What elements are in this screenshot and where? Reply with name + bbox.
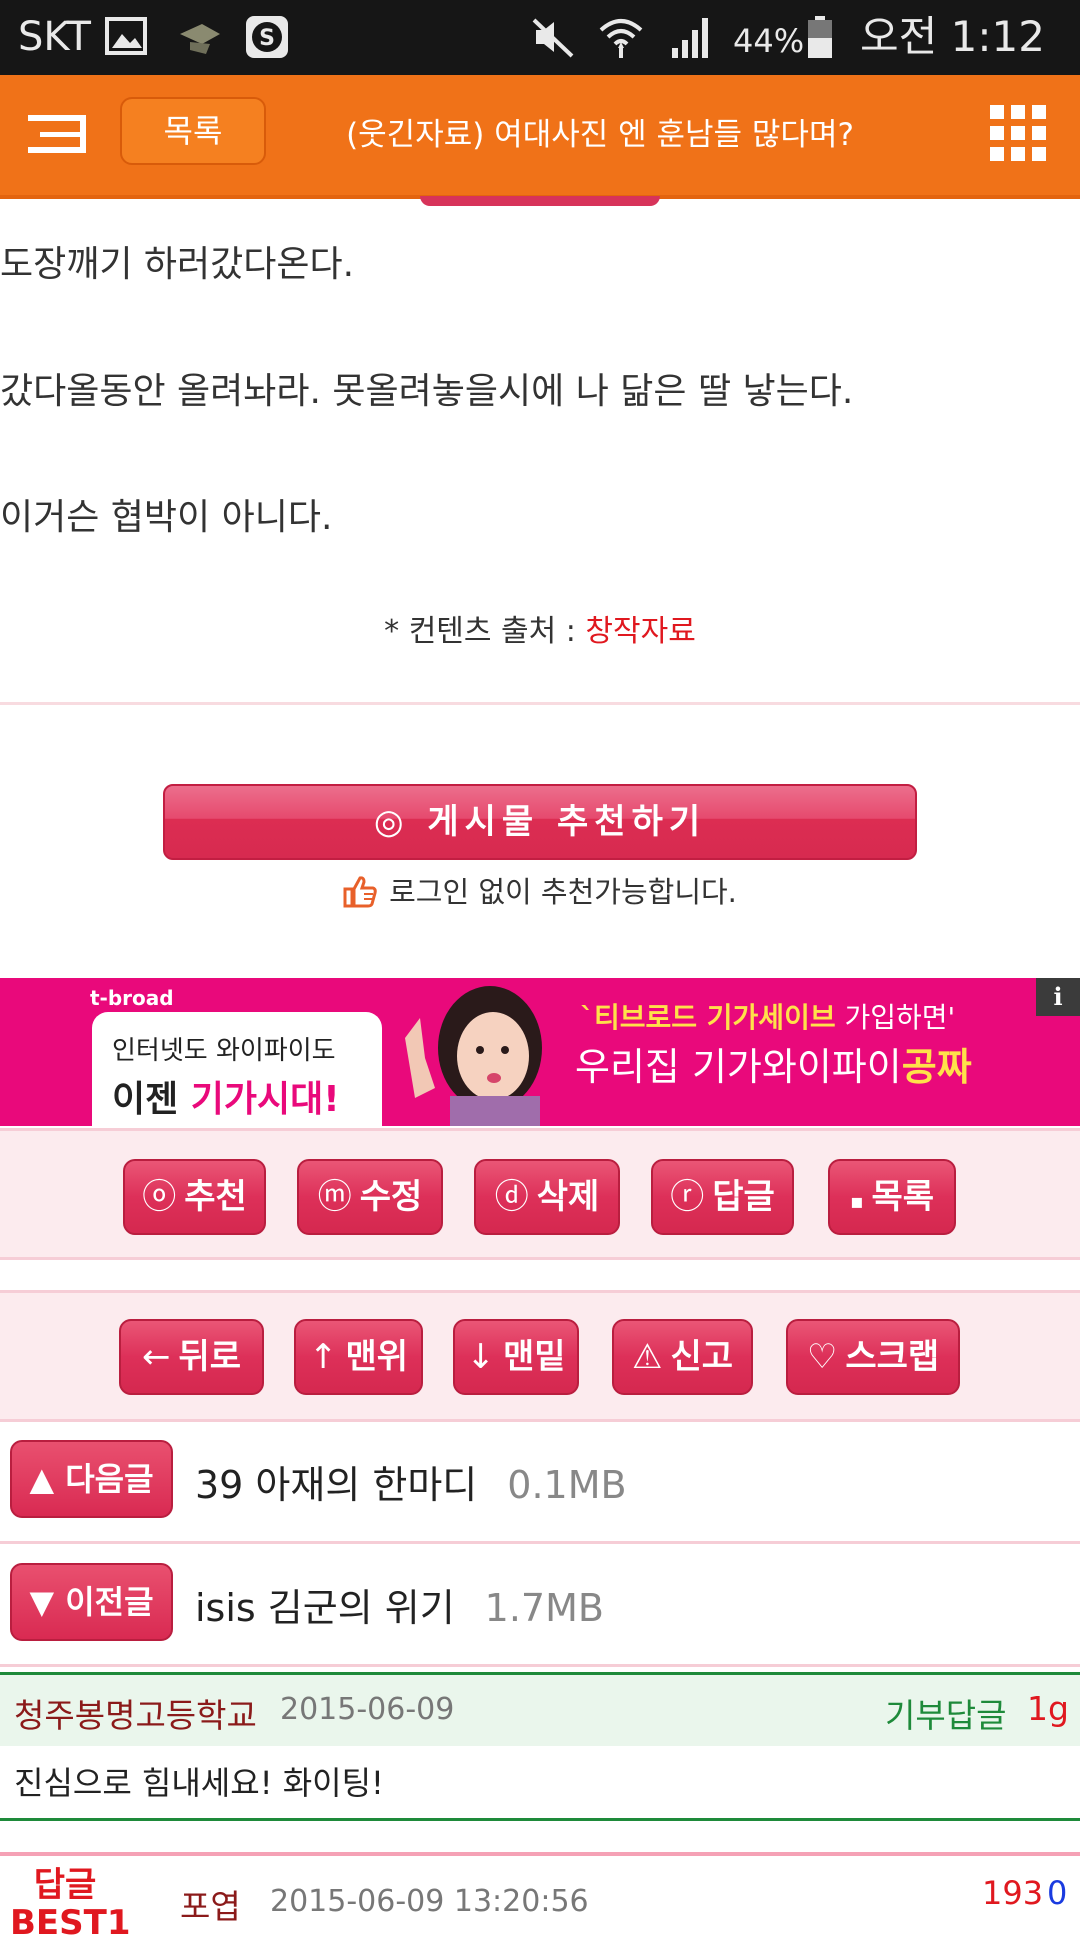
comment-author[interactable]: 청주봉명고등학교 bbox=[14, 1689, 257, 1737]
carrier-label: SKT bbox=[18, 14, 91, 60]
ad-headline2-b: 공짜 bbox=[901, 1045, 972, 1089]
reply-label: 답글 bbox=[712, 1177, 775, 1217]
ad-info-icon[interactable]: i bbox=[1036, 978, 1080, 1016]
scrolled-button-edge bbox=[420, 196, 660, 206]
best-reply-author[interactable]: 포엽 bbox=[180, 1880, 241, 1928]
page-title: (웃긴자료) 여대사진 엔 훈남들 많다며? bbox=[346, 117, 854, 153]
scrap-button[interactable]: ♡ 스크랩 bbox=[786, 1319, 960, 1395]
battery-percent: 44% bbox=[733, 22, 805, 60]
ad-model-image bbox=[395, 978, 580, 1126]
report-button[interactable]: ⚠ 신고 bbox=[612, 1319, 753, 1395]
recommend-label: 추천 bbox=[184, 1177, 247, 1217]
prev-post-button[interactable]: ▼ 이전글 bbox=[10, 1563, 173, 1641]
ad-headline1-b: 가입하면' bbox=[835, 1001, 956, 1034]
list-view-button[interactable]: ▪ 목록 bbox=[828, 1159, 956, 1235]
recommend-icon: ⓞ bbox=[142, 1177, 177, 1217]
best-reply-date: 2015-06-09 13:20:56 bbox=[270, 1884, 589, 1919]
ad-headline2: 우리집 기가와이파이공짜 bbox=[575, 1036, 972, 1091]
prev-post-title-text: isis 김군의 위기 bbox=[195, 1586, 455, 1630]
navigation-actions-row: ← 뒤로 ↑ 맨위 ↓ 맨밑 ⚠ 신고 ♡ 스크랩 bbox=[0, 1290, 1080, 1422]
grid-menu-icon[interactable] bbox=[990, 105, 1046, 161]
graduation-cap-icon bbox=[180, 24, 220, 54]
source-prefix: * 컨텐츠 출처 : bbox=[384, 614, 586, 649]
thumbs-up-icon bbox=[343, 876, 377, 908]
next-post-title-text: 39 아재의 한마디 bbox=[195, 1463, 478, 1507]
edit-label: 수정 bbox=[359, 1177, 423, 1217]
scroll-top-button[interactable]: ↑ 맨위 bbox=[294, 1319, 423, 1395]
up-arrow-icon: ↑ bbox=[308, 1337, 338, 1377]
top-app-bar: 목록 (웃긴자료) 여대사진 엔 훈남들 많다며? bbox=[0, 75, 1080, 199]
clock: 오전 1:12 bbox=[860, 12, 1045, 61]
prev-post-title[interactable]: isis 김군의 위기 1.7MB bbox=[195, 1577, 604, 1632]
delete-icon: ⓓ bbox=[494, 1177, 529, 1217]
comment-divider bbox=[0, 1818, 1080, 1821]
best-reply-badge: 답글 BEST1 bbox=[10, 1865, 131, 1943]
scroll-top-label: 맨위 bbox=[345, 1337, 409, 1377]
edit-icon: ⓜ bbox=[317, 1177, 352, 1217]
ad-line2-a: 이젠 bbox=[112, 1079, 191, 1120]
ad-line2-b: 기가시대! bbox=[190, 1079, 340, 1120]
ad-brand: t-broad bbox=[90, 986, 174, 1010]
ad-line1: 인터넷도 와이파이도 bbox=[112, 1036, 336, 1066]
s-app-icon: S bbox=[246, 16, 288, 58]
prev-post-size: 1.7MB bbox=[484, 1586, 604, 1630]
delete-label: 삭제 bbox=[536, 1177, 600, 1217]
report-label: 신고 bbox=[670, 1337, 734, 1377]
scroll-bottom-label: 맨밑 bbox=[502, 1337, 566, 1377]
recommend-button[interactable]: ⓞ 추천 bbox=[123, 1159, 266, 1235]
list-button[interactable]: 목록 bbox=[120, 97, 266, 165]
recommend-note: 로그인 없이 추천가능합니다. bbox=[0, 870, 1080, 914]
next-post-title[interactable]: 39 아재의 한마디 0.1MB bbox=[195, 1454, 627, 1509]
donation-reply-label: 기부답글 bbox=[885, 1696, 1007, 1735]
article-line: 이거슨 협박이 아니다. bbox=[0, 497, 333, 538]
delete-button[interactable]: ⓓ 삭제 bbox=[474, 1159, 620, 1235]
recommend-post-button[interactable]: ◎ 게시물 추천하기 bbox=[163, 784, 917, 860]
ad-line2: 이젠 기가시대! bbox=[112, 1070, 340, 1122]
article-line: 도장깨기 하러갔다온다. bbox=[0, 244, 355, 285]
ad-headline1-a: `티브로드 기가세이브 bbox=[580, 1001, 836, 1034]
heart-icon: ♡ bbox=[806, 1337, 838, 1377]
edit-button[interactable]: ⓜ 수정 bbox=[297, 1159, 443, 1235]
report-icon: ⚠ bbox=[631, 1337, 663, 1377]
recommend-note-text: 로그인 없이 추천가능합니다. bbox=[389, 875, 737, 909]
list-label: 목록 bbox=[871, 1177, 935, 1217]
ad-headline1: `티브로드 기가세이브 가입하면' bbox=[580, 996, 955, 1036]
scroll-bottom-button[interactable]: ↓ 맨밑 bbox=[453, 1319, 579, 1395]
ad-text-box: 인터넷도 와이파이도 이젠 기가시대! bbox=[92, 1012, 382, 1126]
status-bar: SKT S 44% 오전 1:12 bbox=[0, 0, 1080, 75]
post-actions-row: ⓞ 추천 ⓜ 수정 ⓓ 삭제 ⓡ 답글 ▪ 목록 bbox=[0, 1128, 1080, 1260]
reply-button[interactable]: ⓡ 답글 bbox=[651, 1159, 794, 1235]
donation-amount: 1g bbox=[1027, 1689, 1069, 1728]
content-source: * 컨텐츠 출처 : 창작자료 bbox=[0, 612, 1080, 652]
ad-headline2-a: 우리집 기가와이파이 bbox=[575, 1045, 902, 1089]
comment-header: 청주봉명고등학교 2015-06-09 기부답글 1g bbox=[0, 1672, 1080, 1746]
back-button[interactable]: ← 뒤로 bbox=[119, 1319, 264, 1395]
best-reply-upvotes[interactable]: 193 bbox=[982, 1874, 1043, 1912]
article-line: 갔다올동안 올려놔라. 못올려놓을시에 나 닮은 딸 낳는다. bbox=[0, 371, 854, 412]
source-link[interactable]: 창작자료 bbox=[585, 614, 695, 649]
back-label: 뒤로 bbox=[178, 1337, 242, 1377]
scrap-label: 스크랩 bbox=[845, 1337, 940, 1377]
signal-icon bbox=[672, 18, 708, 58]
next-post-row[interactable]: ▲ 다음글 39 아재의 한마디 0.1MB bbox=[0, 1424, 1080, 1544]
divider bbox=[0, 702, 1080, 705]
next-post-button[interactable]: ▲ 다음글 bbox=[10, 1440, 173, 1518]
wifi-icon bbox=[599, 19, 643, 58]
ad-banner[interactable]: t-broad 인터넷도 와이파이도 이젠 기가시대! `티브로드 기가세이브 … bbox=[0, 978, 1080, 1126]
menu-icon[interactable] bbox=[28, 113, 88, 157]
comment-text: 진심으로 힘내세요! 화이팅! bbox=[14, 1764, 384, 1802]
battery-icon bbox=[808, 16, 832, 58]
comment-date: 2015-06-09 bbox=[280, 1692, 455, 1727]
reply-icon: ⓡ bbox=[670, 1177, 705, 1217]
next-post-size: 0.1MB bbox=[507, 1463, 627, 1507]
list-icon: ▪ bbox=[849, 1189, 864, 1213]
mute-icon bbox=[532, 18, 574, 58]
prev-post-row[interactable]: ▼ 이전글 isis 김군의 위기 1.7MB bbox=[0, 1547, 1080, 1667]
best-reply-divider bbox=[0, 1852, 1080, 1856]
svg-text:S: S bbox=[259, 26, 275, 51]
down-arrow-icon: ↓ bbox=[466, 1337, 495, 1377]
best-reply-downvotes[interactable]: 0 bbox=[1047, 1874, 1067, 1912]
gallery-icon bbox=[105, 17, 147, 55]
back-arrow-icon: ← bbox=[141, 1337, 171, 1377]
